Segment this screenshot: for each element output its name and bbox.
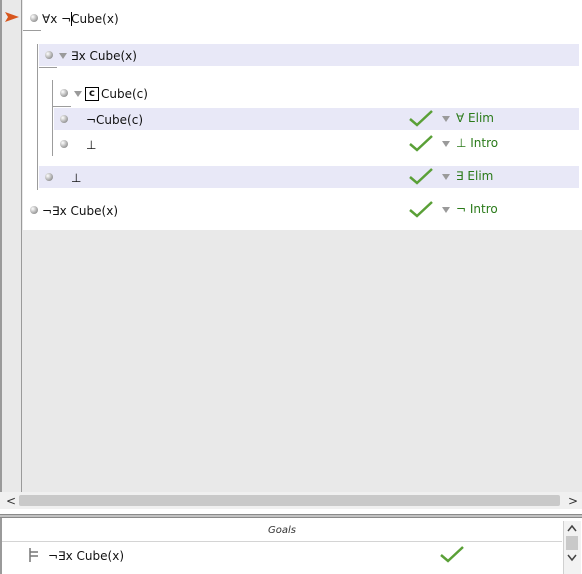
rule-dropdown-icon[interactable] bbox=[442, 174, 450, 180]
boxed-constant-c: c bbox=[85, 87, 99, 101]
step-bullet-icon[interactable] bbox=[30, 206, 38, 214]
proof-gutter-line bbox=[21, 0, 22, 492]
subproof2-assumption[interactable]: Cube(c) bbox=[101, 87, 148, 101]
step-highlight bbox=[39, 166, 579, 188]
step-sentence-neg-cube-c[interactable]: ¬Cube(c) bbox=[86, 113, 143, 127]
vertical-scroll-thumb[interactable] bbox=[566, 536, 578, 550]
step-bullet-icon[interactable] bbox=[30, 14, 38, 22]
step-bullet-icon[interactable] bbox=[60, 140, 68, 148]
check-icon bbox=[409, 201, 433, 218]
left-border bbox=[0, 0, 2, 492]
rule-label[interactable]: ∀ Elim bbox=[456, 111, 494, 125]
conclusion-sentence[interactable]: ¬∃x Cube(x) bbox=[42, 204, 118, 218]
rule-label[interactable]: ∃ Elim bbox=[456, 169, 493, 183]
collapse-triangle-icon[interactable] bbox=[74, 91, 82, 97]
goals-vertical-scrollbar[interactable] bbox=[563, 521, 581, 574]
horizontal-scroll-thumb[interactable] bbox=[19, 495, 560, 506]
text-cursor bbox=[71, 12, 72, 26]
rule-dropdown-icon[interactable] bbox=[442, 116, 450, 122]
rule-dropdown-icon[interactable] bbox=[442, 141, 450, 147]
step-sentence-bottom-inner[interactable]: ⊥ bbox=[86, 138, 96, 152]
subproof1-assumption[interactable]: ∃x Cube(x) bbox=[71, 49, 137, 63]
step-bullet-icon[interactable] bbox=[45, 51, 53, 59]
turnstile-icon bbox=[29, 548, 38, 562]
check-icon bbox=[409, 168, 433, 185]
pane-splitter[interactable] bbox=[0, 514, 582, 518]
step-bullet-icon[interactable] bbox=[60, 89, 68, 97]
focus-arrow-icon bbox=[5, 12, 19, 22]
subproof1-vertical-line bbox=[37, 44, 38, 190]
rule-label[interactable]: ⊥ Intro bbox=[456, 136, 498, 150]
scroll-right-arrow-icon[interactable]: > bbox=[568, 495, 578, 507]
scroll-down-arrow-icon[interactable] bbox=[567, 554, 577, 562]
collapse-triangle-icon[interactable] bbox=[59, 53, 67, 59]
subproof2-fitch-bar bbox=[53, 106, 71, 107]
step-bullet-icon[interactable] bbox=[45, 173, 53, 181]
rule-label[interactable]: ¬ Intro bbox=[456, 202, 498, 216]
subproof1-fitch-bar bbox=[39, 67, 57, 68]
premise-sentence[interactable]: ∀x ¬Cube(x) bbox=[42, 12, 119, 26]
goals-header: Goals bbox=[2, 521, 562, 542]
step-bullet-icon[interactable] bbox=[60, 115, 68, 123]
scroll-up-arrow-icon[interactable] bbox=[567, 524, 577, 532]
goal-sentence[interactable]: ¬∃x Cube(x) bbox=[48, 549, 124, 563]
subproof2-vertical-line bbox=[52, 80, 53, 156]
check-icon bbox=[409, 110, 433, 127]
step-sentence-bottom-outer[interactable]: ⊥ bbox=[71, 171, 81, 185]
check-icon bbox=[409, 135, 433, 152]
goal-check-icon bbox=[440, 546, 464, 563]
scroll-left-arrow-icon[interactable]: < bbox=[6, 495, 16, 507]
premise-fitch-bar bbox=[23, 30, 41, 31]
rule-dropdown-icon[interactable] bbox=[442, 207, 450, 213]
